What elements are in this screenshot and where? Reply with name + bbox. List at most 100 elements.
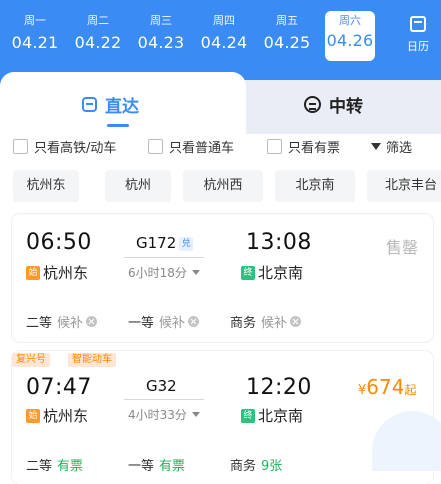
seat-state: 候补 xyxy=(57,316,84,331)
arrive-time: 13:08 xyxy=(246,230,312,255)
tab-active-indicator xyxy=(107,124,129,127)
date-item-0424[interactable]: 周四 04.24 xyxy=(193,14,255,64)
from-station-name: 杭州东 xyxy=(43,407,89,425)
filter-row: 只看高铁/动车 只看普通车 只看有票 筛选 xyxy=(0,137,441,157)
seat-state: 候补 xyxy=(261,316,288,331)
to-station: 终北京南 xyxy=(241,405,303,426)
train-card[interactable]: 06:50 G172 兑 6小时18分 13:08 售罄 始杭州东 终北京南 二等… xyxy=(12,214,433,342)
seat-state: 有票 xyxy=(159,459,186,474)
train-number: G32 xyxy=(146,377,177,395)
seat-business[interactable]: 商务 候补 xyxy=(230,312,302,331)
filter-button-label: 筛选 xyxy=(386,141,413,156)
close-circle-icon xyxy=(188,316,200,327)
filter-highspeed[interactable]: 只看高铁/动车 xyxy=(13,137,116,156)
date-item-0421[interactable]: 周一 04.21 xyxy=(4,14,66,64)
seat-class: 商务 xyxy=(230,459,257,474)
train-card[interactable]: 复兴号 智能动车 07:47 G32 4小时33分 12:20 ¥674起 始杭… xyxy=(12,351,441,484)
date: 04.22 xyxy=(74,33,122,52)
weekday: 周四 xyxy=(213,14,235,27)
depart-time: 06:50 xyxy=(26,230,92,255)
calendar-icon xyxy=(410,16,426,32)
depart-time: 07:47 xyxy=(26,375,92,400)
close-circle-icon xyxy=(290,316,302,327)
tab-direct[interactable]: 直达 xyxy=(82,92,139,117)
date: 04.25 xyxy=(263,33,311,52)
checkbox-icon xyxy=(13,139,28,154)
price-suffix: 起 xyxy=(404,383,417,397)
price-value: 674 xyxy=(366,375,405,399)
end-badge: 终 xyxy=(241,408,255,423)
weekday: 周五 xyxy=(276,14,298,27)
seat-second-class[interactable]: 二等 有票 xyxy=(26,455,83,474)
filter-highspeed-label: 只看高铁/动车 xyxy=(34,141,117,156)
seat-class: 二等 xyxy=(26,459,53,474)
end-badge: 终 xyxy=(241,265,255,280)
to-station-name: 北京南 xyxy=(258,407,304,425)
weekday: 周二 xyxy=(87,14,109,27)
seat-class: 商务 xyxy=(230,316,257,331)
date: 04.21 xyxy=(11,33,59,52)
seat-second-class[interactable]: 二等 候补 xyxy=(26,312,98,331)
price: ¥674起 xyxy=(358,375,416,399)
station-chip[interactable]: 杭州东 xyxy=(13,170,79,202)
seat-state: 9张 xyxy=(261,459,283,474)
fuxing-tag: 复兴号 xyxy=(12,353,50,367)
arrive-time: 12:20 xyxy=(246,375,312,400)
start-badge: 始 xyxy=(26,265,40,280)
date-item-0422[interactable]: 周二 04.22 xyxy=(67,14,129,64)
from-station-name: 杭州东 xyxy=(43,264,89,282)
train-number: G172 兑 xyxy=(136,234,194,252)
route-line xyxy=(124,257,204,258)
date-item-0425[interactable]: 周五 04.25 xyxy=(256,14,318,64)
duration-text: 4小时33分 xyxy=(128,408,187,422)
seat-state: 有票 xyxy=(57,459,84,474)
date: 04.26 xyxy=(326,31,374,50)
weekday: 周一 xyxy=(24,14,46,27)
duration[interactable]: 4小时33分 xyxy=(128,406,200,423)
duration[interactable]: 6小时18分 xyxy=(128,264,200,281)
sold-out-status: 售罄 xyxy=(386,238,419,257)
date-item-0426-selected[interactable]: 周六 04.26 xyxy=(325,11,375,61)
duration-text: 6小时18分 xyxy=(128,266,187,280)
train-number-text: G172 xyxy=(136,234,177,252)
seat-class: 一等 xyxy=(128,316,155,331)
funnel-icon xyxy=(371,143,381,150)
filter-has-ticket-label: 只看有票 xyxy=(288,141,341,156)
filter-normal-label: 只看普通车 xyxy=(169,141,235,156)
station-chip[interactable]: 北京南 xyxy=(275,170,355,202)
checkbox-icon xyxy=(267,139,282,154)
to-station: 终北京南 xyxy=(241,262,303,283)
station-chip[interactable]: 杭州西 xyxy=(183,170,263,202)
tab-transfer-label: 中转 xyxy=(329,97,363,117)
tab-direct-label: 直达 xyxy=(105,97,139,117)
weekday: 周六 xyxy=(339,14,361,27)
smart-emu-tag: 智能动车 xyxy=(68,353,116,367)
decorative-shape xyxy=(372,411,441,471)
station-chip[interactable]: 北京丰台 xyxy=(367,170,441,202)
start-badge: 始 xyxy=(26,408,40,423)
filter-has-ticket[interactable]: 只看有票 xyxy=(267,137,340,156)
seat-class: 二等 xyxy=(26,316,53,331)
seat-first-class[interactable]: 一等 候补 xyxy=(128,312,200,331)
filter-button[interactable]: 筛选 xyxy=(371,137,412,156)
seat-state: 候补 xyxy=(159,316,186,331)
chevron-down-icon xyxy=(191,270,200,275)
tab-transfer[interactable]: 中转 xyxy=(304,92,363,117)
calendar-button[interactable]: 日历 xyxy=(398,16,438,54)
checkbox-icon xyxy=(148,139,163,154)
from-station: 始杭州东 xyxy=(26,405,88,426)
chevron-down-icon xyxy=(191,412,200,417)
calendar-label: 日历 xyxy=(407,40,429,53)
exchange-badge: 兑 xyxy=(179,237,194,251)
seat-first-class[interactable]: 一等 有票 xyxy=(128,455,185,474)
date-item-0423[interactable]: 周三 04.23 xyxy=(130,14,192,64)
close-circle-icon xyxy=(86,316,98,327)
seat-business[interactable]: 商务 9张 xyxy=(230,455,282,474)
route-line xyxy=(124,399,204,400)
station-chip[interactable]: 杭州 xyxy=(105,170,171,202)
filter-normal[interactable]: 只看普通车 xyxy=(148,137,234,156)
seat-class: 一等 xyxy=(128,459,155,474)
train-icon xyxy=(82,97,97,112)
date: 04.23 xyxy=(137,33,185,52)
date: 04.24 xyxy=(200,33,248,52)
